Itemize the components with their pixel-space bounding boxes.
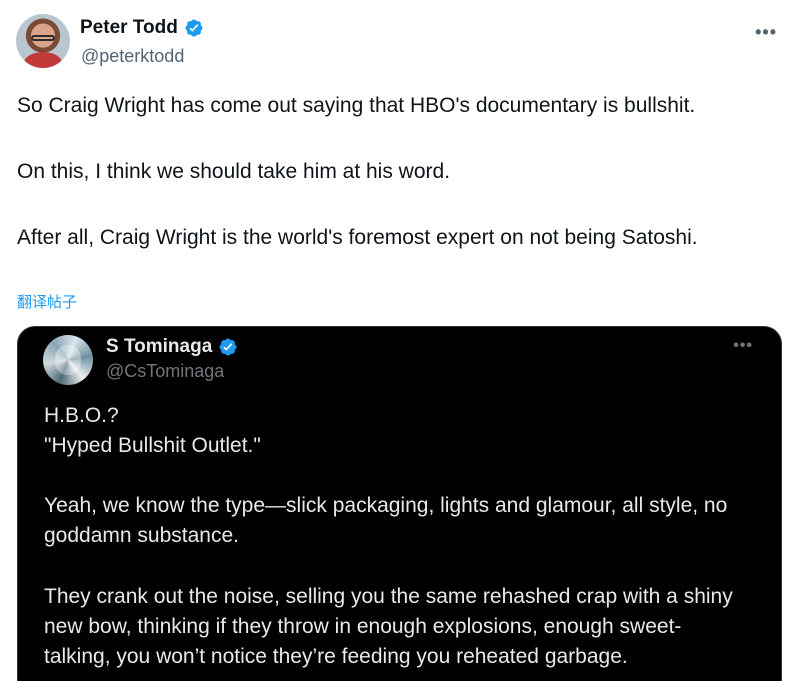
quoted-author-name[interactable]: S Tominaga [106,336,238,358]
author-handle[interactable]: @peterktodd [81,46,184,67]
more-dots-icon[interactable]: ••• [755,22,777,43]
quoted-text-line-1: H.B.O.? [44,404,119,427]
verified-badge-icon [219,338,237,356]
quoted-author-handle[interactable]: @CsTominaga [106,361,224,382]
quoted-text-paragraph-2: They crank out the noise, selling you th… [44,585,733,668]
quoted-text-paragraph-1: Yeah, we know the type—slick packaging, … [44,494,728,547]
author-name[interactable]: Peter Todd [80,17,204,39]
more-dots-icon[interactable]: ••• [733,337,753,355]
quoted-author-avatar[interactable] [43,335,93,385]
translate-post-link[interactable]: 翻译帖子 [17,291,77,312]
verified-badge-icon [185,19,203,37]
tweet-paragraph-3: After all, Craig Wright is the world's f… [17,226,698,249]
quoted-text-line-2: "Hyped Bullshit Outlet." [44,434,261,457]
tweet: Peter Todd @peterktodd ••• So Craig Wrig… [0,0,799,681]
author-name-text[interactable]: Peter Todd [80,17,178,39]
shirt-detail [24,52,62,68]
glasses-detail [31,35,55,41]
quoted-tweet-card[interactable]: S Tominaga @CsTominaga ••• H.B.O.? "Hype… [17,326,782,681]
tweet-paragraph-1: So Craig Wright has come out saying that… [17,94,696,117]
author-avatar[interactable] [16,14,70,68]
tweet-paragraph-2: On this, I think we should take him at h… [17,160,451,183]
quoted-author-name-text[interactable]: S Tominaga [106,336,212,358]
